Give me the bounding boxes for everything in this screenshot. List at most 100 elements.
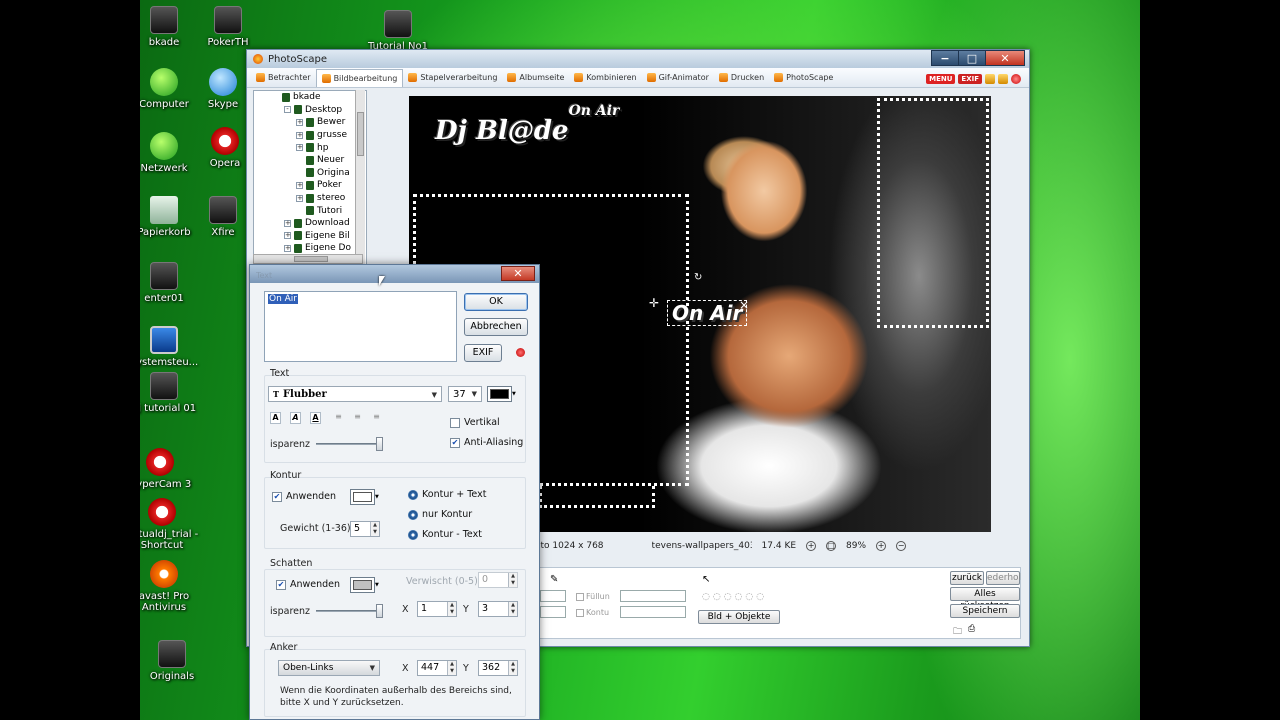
desktop-icon-avast[interactable]: avast! Pro Antivirus xyxy=(140,560,204,613)
close-button[interactable]: ✕ xyxy=(985,50,1025,66)
align-left-button[interactable]: ≡ xyxy=(333,412,344,424)
pencil-icon[interactable]: ✎ xyxy=(550,574,558,585)
fill-checkbox-box[interactable] xyxy=(576,592,584,601)
tree-item[interactable]: + Download xyxy=(254,217,366,230)
tab-stapelverarbeitung[interactable]: Stapelverarbeitung xyxy=(403,69,502,87)
fill-checkbox[interactable]: Füllun xyxy=(576,592,610,601)
expand-toggle-icon[interactable]: + xyxy=(284,219,291,227)
text-transparency-slider[interactable] xyxy=(316,437,383,451)
expand-toggle-icon[interactable]: + xyxy=(284,244,291,252)
radio-contour-only[interactable]: nur Kontur xyxy=(408,509,472,520)
tab-betrachter[interactable]: Betrachter xyxy=(251,69,316,87)
fill-select[interactable] xyxy=(620,590,686,602)
stepper-arrows-icon[interactable]: ▲ ▼ xyxy=(508,661,517,675)
contour-apply-checkbox[interactable]: ✔ Anwenden xyxy=(272,491,336,502)
zoom-in-icon[interactable]: + xyxy=(806,541,817,551)
tree-item[interactable]: + stereo xyxy=(254,192,366,205)
tree-item[interactable]: + Bewer xyxy=(254,116,366,129)
expand-toggle-icon[interactable]: - xyxy=(284,106,291,114)
shadow-x-stepper[interactable]: 1 ▲ ▼ xyxy=(417,601,457,617)
tab-gif-animator[interactable]: Gif-Animator xyxy=(642,69,714,87)
tree-item[interactable]: Origina xyxy=(254,167,366,180)
contour-weight-stepper[interactable]: 5 ▲ ▼ xyxy=(350,521,380,537)
align-right-button[interactable]: ≡ xyxy=(371,412,382,424)
reset-all-button[interactable]: Alles rücksetzen xyxy=(950,587,1020,611)
desktop-icon-enter01[interactable]: enter01 xyxy=(140,262,204,304)
folder-icon[interactable]: 🗀 xyxy=(953,624,962,640)
anchor-x-stepper[interactable]: 447 ▲ ▼ xyxy=(417,660,457,676)
tab-albumseite[interactable]: Albumseite xyxy=(502,69,569,87)
expand-toggle-icon[interactable]: + xyxy=(296,131,303,139)
tree-item[interactable]: + grusse xyxy=(254,129,366,142)
desktop-icon-pokerth[interactable]: PokerTH xyxy=(188,6,268,48)
minimize-button[interactable]: − xyxy=(931,50,959,66)
zoom-minus-icon[interactable]: − xyxy=(896,541,907,551)
shadow-y-stepper[interactable]: 3 ▲ ▼ xyxy=(478,601,518,617)
object-select-1[interactable] xyxy=(540,590,566,602)
dialog-close-button[interactable]: ✕ xyxy=(501,266,535,281)
image-plus-objects-button[interactable]: Bld + Objekte xyxy=(698,610,780,624)
redo-button[interactable]: ederhol xyxy=(986,571,1021,585)
anchor-y-stepper[interactable]: 362 ▲ ▼ xyxy=(478,660,518,676)
tree-item[interactable]: - Desktop xyxy=(254,104,366,117)
object-select-2[interactable] xyxy=(540,606,566,618)
contour-checkbox-box[interactable] xyxy=(576,608,584,617)
desktop-icon-originals[interactable]: Originals xyxy=(140,640,212,682)
anchor-position-select[interactable]: Oben-Links ▼ xyxy=(278,660,380,676)
move-handle-icon[interactable]: ✛ xyxy=(649,296,659,310)
tree-item-root[interactable]: bkade xyxy=(254,91,366,104)
desktop-icon-tutorial[interactable]: Tutorial No1 xyxy=(358,10,438,52)
radio-icon[interactable] xyxy=(408,529,418,540)
contour-select[interactable] xyxy=(620,606,686,618)
text-input[interactable]: On Air xyxy=(264,291,457,362)
zoom-fit-icon[interactable]: □ xyxy=(826,541,837,551)
tab-bildbearbeitung[interactable]: Bildbearbeitung xyxy=(315,68,404,87)
expand-toggle-icon[interactable]: + xyxy=(296,118,303,126)
font-size-select[interactable]: 37 ▼ xyxy=(448,386,482,402)
expand-toggle-icon[interactable]: + xyxy=(296,194,303,202)
photoscape-titlebar[interactable]: PhotoScape − □ ✕ xyxy=(247,50,1029,68)
tree-scroll-thumb[interactable] xyxy=(357,112,364,156)
contour-apply-box[interactable]: ✔ xyxy=(272,491,282,502)
shadow-blur-stepper[interactable]: 0 ▲ ▼ xyxy=(478,572,518,588)
shadow-transparency-slider[interactable] xyxy=(316,604,383,618)
print-icon[interactable]: ⎙ xyxy=(968,624,975,634)
tree-item[interactable]: + Eigene Do xyxy=(254,242,366,255)
maximize-button[interactable]: □ xyxy=(958,50,986,66)
tab-photoscape[interactable]: PhotoScape xyxy=(769,69,838,87)
contour-color-swatch[interactable]: ▼ xyxy=(350,489,379,505)
selected-text-object[interactable]: On Air xyxy=(667,300,748,326)
exif-badge[interactable]: EXIF xyxy=(958,74,982,84)
font-select[interactable]: T Flubber ▼ xyxy=(268,386,442,402)
expand-toggle-icon[interactable]: + xyxy=(284,232,291,240)
tree-item[interactable]: + Eigene Bil xyxy=(254,230,366,243)
desktop-icon-hypercam[interactable]: HyperCam 3 xyxy=(140,448,200,490)
radio-contour-minus-text[interactable]: Kontur - Text xyxy=(408,529,482,540)
shadow-apply-box[interactable]: ✔ xyxy=(276,579,286,590)
dialog-titlebar[interactable]: Text ✕ xyxy=(250,265,539,283)
chevron-down-icon[interactable]: ▼ xyxy=(375,490,381,504)
zoom-plus-icon[interactable]: + xyxy=(876,541,887,551)
pointer-icon[interactable]: ↖ xyxy=(702,574,710,585)
cancel-button[interactable]: Abbrechen xyxy=(464,318,528,336)
tree-item[interactable]: + Poker xyxy=(254,179,366,192)
slider-knob[interactable] xyxy=(376,604,383,618)
shadow-apply-checkbox[interactable]: ✔ Anwenden xyxy=(276,579,340,590)
italic-button[interactable]: A xyxy=(290,412,301,424)
radio-icon[interactable] xyxy=(408,509,418,520)
stepper-arrows-icon[interactable]: ▲ ▼ xyxy=(370,522,379,536)
expand-toggle-icon[interactable]: + xyxy=(296,181,303,189)
text-color-swatch[interactable]: ▼ xyxy=(487,386,516,402)
expand-toggle-icon[interactable]: + xyxy=(296,144,303,152)
bold-button[interactable]: A xyxy=(270,412,281,424)
tree-hscroll-thumb[interactable] xyxy=(294,256,328,262)
contour-checkbox[interactable]: Kontu xyxy=(576,608,609,617)
desktop-icon-systemsteuerung[interactable]: Systemsteu... xyxy=(140,326,204,368)
folder-icon[interactable] xyxy=(985,74,995,84)
antialias-checkbox-box[interactable]: ✔ xyxy=(450,437,460,448)
settings-icon[interactable] xyxy=(998,74,1008,84)
desktop-icon-dj-tutorial[interactable]: dj tutorial 01 xyxy=(140,372,204,414)
align-center-button[interactable]: ≡ xyxy=(352,412,363,424)
menu-badge[interactable]: MENU xyxy=(926,74,956,84)
ok-button[interactable]: OK xyxy=(464,293,528,311)
